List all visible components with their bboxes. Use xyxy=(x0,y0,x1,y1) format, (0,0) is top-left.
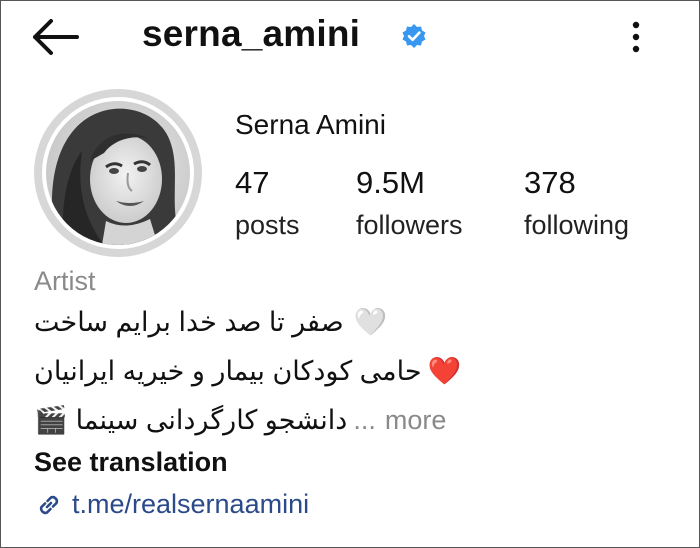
posts-count[interactable]: 47 xyxy=(235,165,269,201)
bio-text: حامی کودکان بیمار و خیریه ایرانیان xyxy=(34,355,422,386)
see-translation-button[interactable]: See translation xyxy=(34,447,228,478)
display-name: Serna Amini xyxy=(235,109,386,140)
back-button[interactable] xyxy=(31,17,83,57)
red-heart-icon: ❤️ xyxy=(427,356,462,387)
posts-label[interactable]: posts xyxy=(235,210,300,241)
bio-ellipsis: ... xyxy=(353,404,376,435)
link-url[interactable]: t.me/realsernaamini xyxy=(72,489,309,520)
clapper-board-icon: 🎬 xyxy=(34,405,68,436)
profile-category: Artist xyxy=(34,266,96,296)
following-label[interactable]: following xyxy=(524,210,629,241)
bio-text: صفر تا صد خدا برایم ساخت xyxy=(34,306,344,337)
more-button[interactable]: more xyxy=(385,405,447,436)
bio-line: 🎬 دانشجو کارگردانی سینما ... more xyxy=(34,404,447,437)
verified-badge-icon xyxy=(401,23,427,49)
profile-photo xyxy=(46,101,190,245)
arrow-left-icon xyxy=(33,19,79,55)
followers-label[interactable]: followers xyxy=(356,210,463,241)
bio-line: صفر تا صد خدا برایم ساخت 🤍 xyxy=(34,306,388,339)
followers-count[interactable]: 9.5M xyxy=(356,165,425,201)
following-count[interactable]: 378 xyxy=(524,165,576,201)
more-vertical-icon xyxy=(632,21,640,53)
profile-username: serna_amini xyxy=(142,13,361,54)
more-options-button[interactable] xyxy=(625,17,647,57)
bio-text: دانشجو کارگردانی سینما xyxy=(75,404,348,435)
bio-line: حامی کودکان بیمار و خیریه ایرانیان ❤️ xyxy=(34,355,462,388)
white-heart-icon: 🤍 xyxy=(353,307,388,338)
link-icon xyxy=(39,495,59,514)
bio-link[interactable]: t.me/realsernaamini xyxy=(34,489,309,520)
profile-avatar[interactable] xyxy=(46,101,190,245)
